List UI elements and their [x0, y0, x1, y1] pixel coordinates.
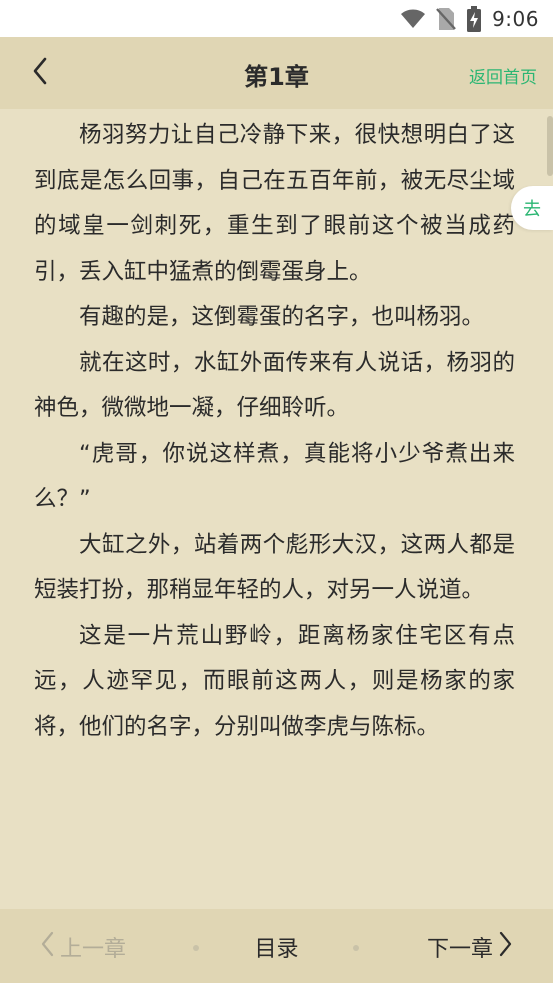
paragraph: 大缸之外，站着两个彪形大汉，这两人都是短装打扮，那稍显年轻的人，对另一人说道。 — [34, 531, 515, 604]
side-float-tab[interactable]: 去 — [511, 186, 553, 230]
paragraph: 这是一片荒山野岭，距离杨家住宅区有点远，人迹罕见，而眼前这两人，则是杨家的家将，… — [34, 622, 515, 740]
paragraph: “虎哥，你说这样煮，真能将小少爷煮出来么？” — [34, 440, 515, 513]
status-bar: 9:06 — [0, 0, 553, 37]
scrollbar-thumb[interactable] — [547, 116, 553, 176]
chevron-right-icon — [499, 931, 513, 963]
chapter-nav-bar: 上一章 目录 下一章 — [0, 909, 553, 983]
battery-charging-icon — [466, 5, 482, 32]
status-time: 9:06 — [492, 6, 539, 31]
chapter-content[interactable]: 杨羽努力让自己冷静下来，很快想明白了这到底是怎么回事，自己在五百年前，被无尽尘域… — [0, 109, 553, 909]
return-home-link[interactable]: 返回首页 — [469, 63, 537, 88]
paragraph: 有趣的是，这倒霉蛋的名字，也叫杨羽。 — [79, 304, 485, 330]
next-chapter-button[interactable]: 下一章 — [427, 931, 513, 963]
wifi-icon — [400, 9, 426, 29]
paragraph: 杨羽努力让自己冷静下来，很快想明白了这到底是怎么回事，自己在五百年前，被无尽尘域… — [34, 122, 515, 285]
no-sim-icon — [436, 7, 456, 31]
next-chapter-label: 下一章 — [426, 937, 493, 962]
paragraph: 就在这时，水缸外面传来有人说话，杨羽的神色，微微地一凝，仔细聆听。 — [34, 349, 515, 422]
reader-header: 第1章 返回首页 — [0, 37, 553, 109]
separator-dot — [353, 945, 359, 951]
